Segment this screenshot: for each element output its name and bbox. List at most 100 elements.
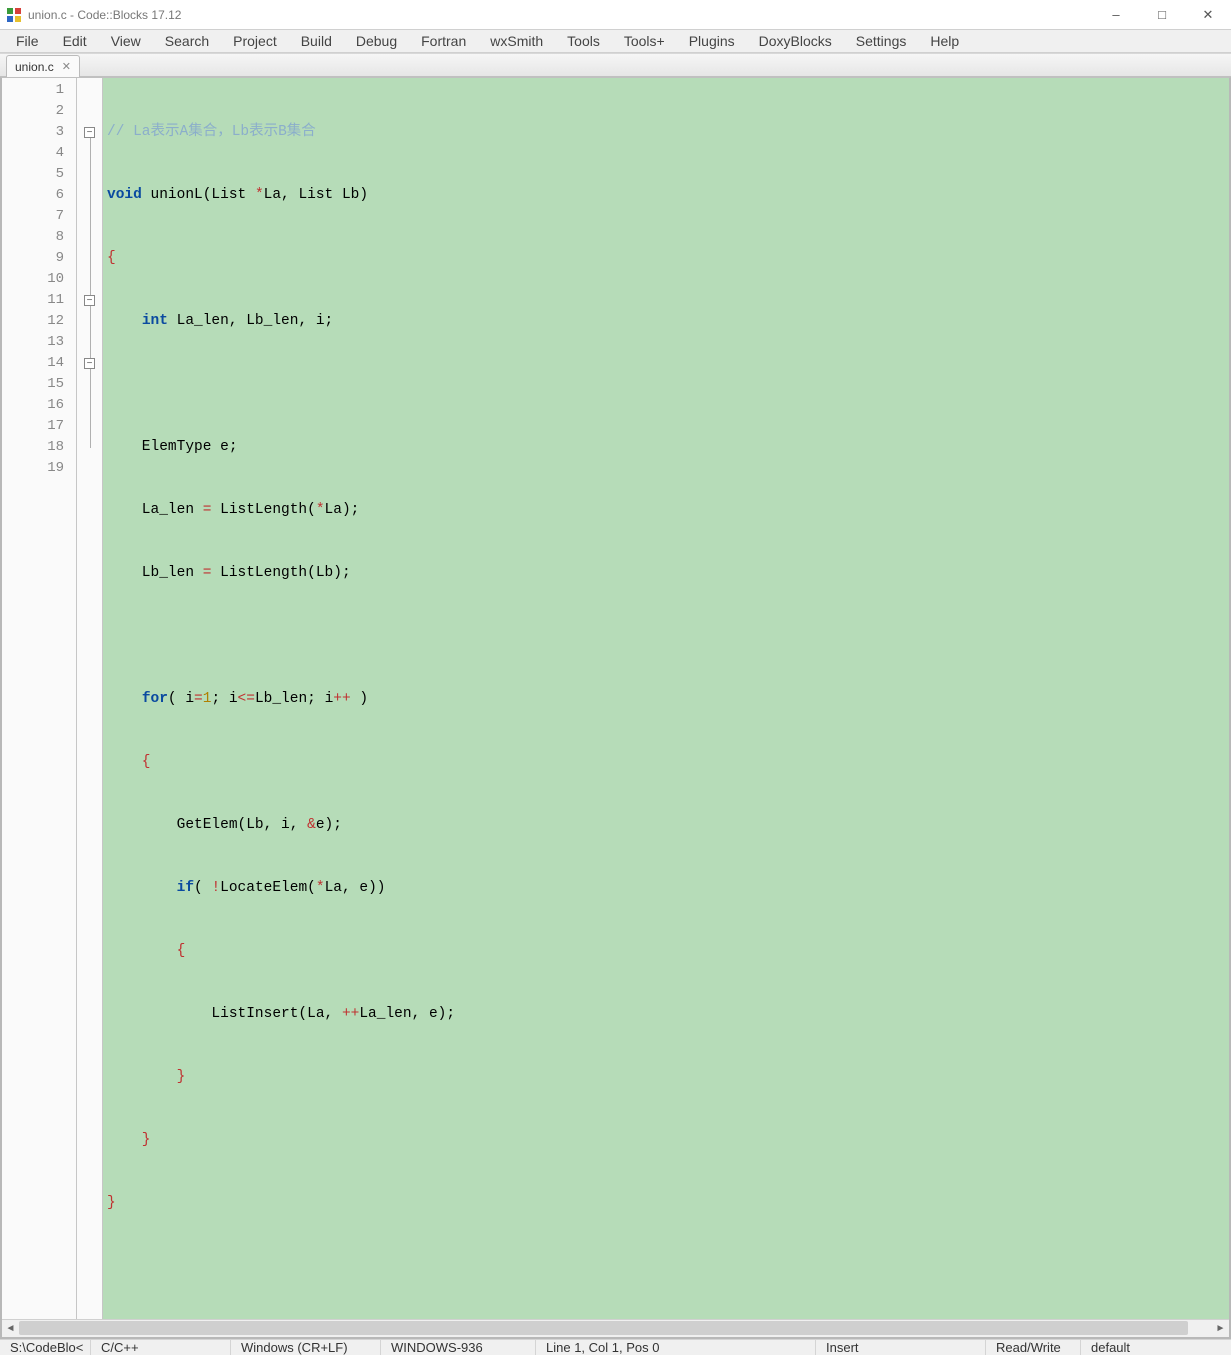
- code-editor[interactable]: // La表示A集合，Lb表示B集合 void unionL(List *La,…: [103, 78, 1229, 1319]
- menu-settings[interactable]: Settings: [844, 30, 919, 52]
- code-text: La_len: [107, 502, 203, 518]
- scroll-right-icon[interactable]: ►: [1212, 1320, 1229, 1337]
- code-text: ListInsert(La,: [107, 1006, 342, 1022]
- code-text: ; i: [211, 691, 237, 707]
- status-language[interactable]: C/C++: [90, 1340, 230, 1355]
- code-text: unionL(List: [142, 187, 255, 203]
- code-text: =: [194, 691, 203, 707]
- menu-edit[interactable]: Edit: [51, 30, 99, 52]
- code-text: ): [351, 691, 368, 707]
- line-number: 8: [2, 227, 64, 248]
- code-text: }: [107, 1069, 185, 1085]
- code-text: La, List Lb): [264, 187, 368, 203]
- window-controls: – □ ✕: [1093, 0, 1231, 30]
- app-icon: [6, 7, 22, 23]
- horizontal-scrollbar[interactable]: ◄ ►: [2, 1319, 1229, 1337]
- code-text: ListLength(: [211, 502, 315, 518]
- menu-wxsmith[interactable]: wxSmith: [478, 30, 555, 52]
- code-text: *: [316, 880, 325, 896]
- code-text: !: [211, 880, 220, 896]
- status-encoding[interactable]: WINDOWS-936: [380, 1340, 535, 1355]
- title-bar: union.c - Code::Blocks 17.12 – □ ✕: [0, 0, 1231, 30]
- code-text: }: [107, 1195, 116, 1211]
- status-readwrite: Read/Write: [985, 1340, 1080, 1355]
- code-text: ListLength(Lb);: [211, 565, 350, 581]
- menu-build[interactable]: Build: [289, 30, 344, 52]
- menu-doxyblocks[interactable]: DoxyBlocks: [747, 30, 844, 52]
- menu-fortran[interactable]: Fortran: [409, 30, 478, 52]
- fold-toggle-icon[interactable]: −: [84, 358, 95, 369]
- code-text: for: [142, 691, 168, 707]
- code-text: La, e)): [325, 880, 386, 896]
- line-number: 7: [2, 206, 64, 227]
- menu-search[interactable]: Search: [153, 30, 221, 52]
- code-text: *: [255, 187, 264, 203]
- scrollbar-track[interactable]: [19, 1320, 1212, 1337]
- code-text: ( i: [168, 691, 194, 707]
- code-text: void: [107, 187, 142, 203]
- line-number: 9: [2, 248, 64, 269]
- line-number: 10: [2, 269, 64, 290]
- maximize-button[interactable]: □: [1139, 0, 1185, 30]
- window-title: union.c - Code::Blocks 17.12: [28, 8, 1093, 22]
- code-text: {: [107, 943, 185, 959]
- code-text: La_len, Lb_len, i;: [168, 313, 333, 329]
- code-text: <=: [238, 691, 255, 707]
- line-number: 19: [2, 458, 64, 479]
- code-text: La_len, e);: [359, 1006, 455, 1022]
- status-bar: S:\CodeBlo< C/C++ Windows (CR+LF) WINDOW…: [0, 1339, 1231, 1355]
- line-number: 15: [2, 374, 64, 395]
- line-number: 5: [2, 164, 64, 185]
- line-number: 16: [2, 395, 64, 416]
- line-number: 17: [2, 416, 64, 437]
- close-button[interactable]: ✕: [1185, 0, 1231, 30]
- line-number: 14: [2, 353, 64, 374]
- tab-strip: union.c ✕: [0, 53, 1231, 77]
- line-number: 1: [2, 80, 64, 101]
- line-number: 3: [2, 122, 64, 143]
- code-text: Lb_len: [107, 565, 203, 581]
- status-eol[interactable]: Windows (CR+LF): [230, 1340, 380, 1355]
- tab-union-c[interactable]: union.c ✕: [6, 55, 80, 77]
- fold-toggle-icon[interactable]: −: [84, 127, 95, 138]
- fold-column: − − −: [77, 78, 103, 1319]
- line-number: 6: [2, 185, 64, 206]
- code-text: {: [107, 250, 116, 266]
- menu-tools-plus[interactable]: Tools+: [612, 30, 677, 52]
- tab-label: union.c: [15, 60, 54, 74]
- line-number: 13: [2, 332, 64, 353]
- code-text: int: [142, 313, 168, 329]
- menu-tools[interactable]: Tools: [555, 30, 612, 52]
- line-number: 11: [2, 290, 64, 311]
- code-text: GetElem(Lb, i,: [107, 817, 307, 833]
- scroll-left-icon[interactable]: ◄: [2, 1320, 19, 1337]
- editor-pane: 1 2 3 4 5 6 7 8 9 10 11 12 13 14 15 16 1…: [2, 78, 1229, 1319]
- line-number: 4: [2, 143, 64, 164]
- code-text: &: [307, 817, 316, 833]
- line-number-gutter: 1 2 3 4 5 6 7 8 9 10 11 12 13 14 15 16 1…: [2, 78, 77, 1319]
- minimize-button[interactable]: –: [1093, 0, 1139, 30]
- scrollbar-thumb[interactable]: [19, 1321, 1188, 1335]
- code-text: // La表示A集合，Lb表示B集合: [107, 124, 316, 140]
- code-text: if: [177, 880, 194, 896]
- code-text: }: [107, 1132, 151, 1148]
- menu-view[interactable]: View: [99, 30, 153, 52]
- status-profile: default: [1080, 1340, 1231, 1355]
- status-insert-mode[interactable]: Insert: [815, 1340, 985, 1355]
- line-number: 18: [2, 437, 64, 458]
- menu-plugins[interactable]: Plugins: [677, 30, 747, 52]
- code-text: ++: [333, 691, 350, 707]
- line-number: 2: [2, 101, 64, 122]
- code-text: {: [107, 754, 151, 770]
- menu-file[interactable]: File: [4, 30, 51, 52]
- code-text: (: [194, 880, 211, 896]
- menu-help[interactable]: Help: [918, 30, 971, 52]
- editor-wrapper: 1 2 3 4 5 6 7 8 9 10 11 12 13 14 15 16 1…: [0, 77, 1231, 1339]
- tab-close-icon[interactable]: ✕: [62, 60, 71, 73]
- code-text: LocateElem(: [220, 880, 316, 896]
- code-text: ++: [342, 1006, 359, 1022]
- fold-toggle-icon[interactable]: −: [84, 295, 95, 306]
- menu-debug[interactable]: Debug: [344, 30, 409, 52]
- status-filepath: S:\CodeBlo<: [0, 1340, 90, 1355]
- menu-project[interactable]: Project: [221, 30, 289, 52]
